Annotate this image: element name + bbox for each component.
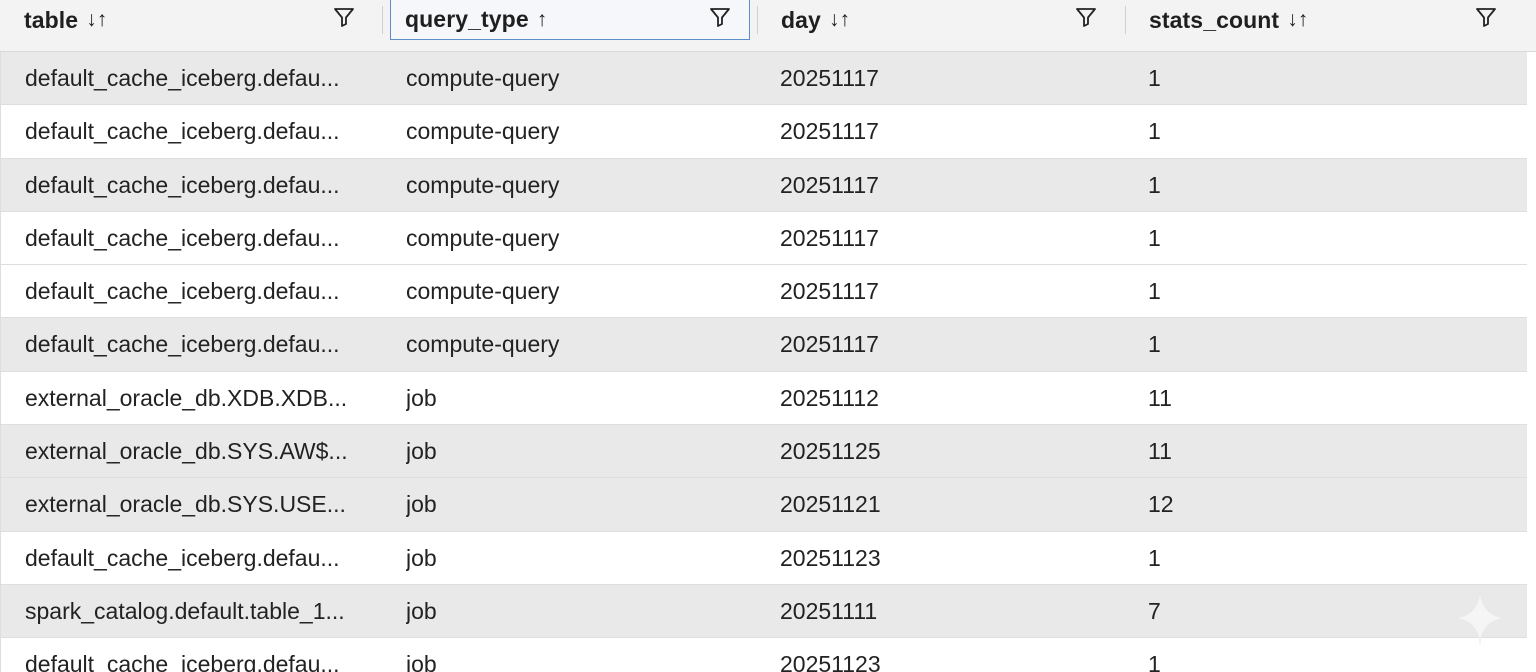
cell-day[interactable]: 20251125 (780, 425, 1120, 478)
cell-query-type[interactable]: compute-query (406, 159, 746, 212)
cell-table[interactable]: default_cache_iceberg.defau... (25, 532, 365, 585)
filter-icon[interactable] (709, 6, 731, 28)
cell-day[interactable]: 20251117 (780, 105, 1120, 158)
sort-both-icon[interactable]: ↓↑ (1287, 8, 1308, 32)
sort-ascending-icon[interactable]: ↑ (537, 8, 548, 32)
column-header-label: stats_count (1149, 6, 1280, 33)
column-resize-handle[interactable] (1125, 6, 1126, 34)
cell-table[interactable]: default_cache_iceberg.defau... (25, 638, 365, 672)
cell-stats-count[interactable]: 7 (1148, 585, 1488, 638)
column-resize-handle[interactable] (757, 6, 758, 34)
column-header-label: day (781, 6, 821, 33)
cell-query-type[interactable]: compute-query (406, 318, 746, 371)
cell-query-type[interactable]: job (406, 532, 746, 585)
cell-query-type[interactable]: compute-query (406, 265, 746, 318)
cell-stats-count[interactable]: 1 (1148, 212, 1488, 265)
cell-stats-count[interactable]: 1 (1148, 318, 1488, 371)
cell-query-type[interactable]: compute-query (406, 52, 746, 105)
sort-both-icon[interactable]: ↓↑ (86, 8, 107, 32)
filter-icon[interactable] (1475, 6, 1497, 28)
cell-query-type[interactable]: job (406, 478, 746, 531)
table-row[interactable]: default_cache_iceberg.defau... compute-qu… (0, 158, 1527, 212)
cell-day[interactable]: 20251111 (780, 585, 1120, 638)
cell-query-type[interactable]: job (406, 425, 746, 478)
column-header-content[interactable]: stats_count ↓↑ (1125, 0, 1525, 40)
cell-day[interactable]: 20251123 (780, 638, 1120, 672)
data-grid: table ↓↑ query_type ↑ day ↓↑ stats_count ↓↑ def… (0, 0, 1536, 672)
grid-header: table ↓↑ query_type ↑ day ↓↑ stats_count ↓↑ (0, 0, 1536, 52)
column-header-label: table (24, 6, 79, 33)
cell-stats-count[interactable]: 1 (1148, 638, 1488, 672)
table-row[interactable]: default_cache_iceberg.defau... job 2025112… (0, 531, 1527, 585)
cell-table[interactable]: default_cache_iceberg.defau... (25, 159, 365, 212)
cell-table[interactable]: default_cache_iceberg.defau... (25, 105, 365, 158)
table-row[interactable]: default_cache_iceberg.defau... compute-qu… (0, 318, 1527, 372)
table-row[interactable]: default_cache_iceberg.defau... compute-qu… (0, 265, 1527, 319)
cell-table[interactable]: default_cache_iceberg.defau... (25, 212, 365, 265)
column-header-content[interactable]: table ↓↑ (0, 0, 382, 40)
grid-body: default_cache_iceberg.defau... compute-qu… (0, 52, 1536, 672)
cell-stats-count[interactable]: 11 (1148, 425, 1488, 478)
cell-stats-count[interactable]: 1 (1148, 265, 1488, 318)
cell-table[interactable]: spark_catalog.default.table_1... (25, 585, 365, 638)
table-row[interactable]: default_cache_iceberg.defau... job 2025112… (0, 638, 1527, 672)
cell-day[interactable]: 20251117 (780, 159, 1120, 212)
column-header-content[interactable]: day ↓↑ (757, 0, 1117, 40)
cell-table[interactable]: external_oracle_db.XDB.XDB... (25, 372, 365, 425)
cell-day[interactable]: 20251117 (780, 52, 1120, 105)
table-row[interactable]: external_oracle_db.SYS.USE... job 20251121… (0, 478, 1527, 532)
cell-stats-count[interactable]: 1 (1148, 532, 1488, 585)
table-row[interactable]: external_oracle_db.SYS.AW$... job 20251125… (0, 425, 1527, 479)
cell-query-type[interactable]: compute-query (406, 105, 746, 158)
cell-table[interactable]: default_cache_iceberg.defau... (25, 265, 365, 318)
column-header-table[interactable]: table ↓↑ (0, 0, 382, 52)
cell-stats-count[interactable]: 11 (1148, 372, 1488, 425)
cell-query-type[interactable]: job (406, 585, 746, 638)
table-row[interactable]: spark_catalog.default.table_1... job 20251… (0, 584, 1527, 639)
table-row[interactable]: default_cache_iceberg.defau... compute-qu… (0, 211, 1527, 266)
cell-day[interactable]: 20251117 (780, 265, 1120, 318)
table-row[interactable]: default_cache_iceberg.defau... compute-qu… (0, 52, 1527, 106)
column-header-stats-count[interactable]: stats_count ↓↑ (1125, 0, 1525, 52)
table-row[interactable]: external_oracle_db.XDB.XDB... job 20251112… (0, 371, 1527, 426)
cell-query-type[interactable]: job (406, 372, 746, 425)
cell-day[interactable]: 20251117 (780, 212, 1120, 265)
cell-stats-count[interactable]: 1 (1148, 159, 1488, 212)
table-row[interactable]: default_cache_iceberg.defau... compute-qu… (0, 105, 1527, 159)
column-resize-handle[interactable] (382, 6, 383, 34)
cell-query-type[interactable]: job (406, 638, 746, 672)
cell-day[interactable]: 20251121 (780, 478, 1120, 531)
column-header-day[interactable]: day ↓↑ (757, 0, 1117, 52)
cell-stats-count[interactable]: 1 (1148, 105, 1488, 158)
column-header-content[interactable]: query_type ↑ (390, 0, 750, 40)
cell-table[interactable]: default_cache_iceberg.defau... (25, 318, 365, 371)
sort-both-icon[interactable]: ↓↑ (829, 8, 850, 32)
sparkle-icon (1453, 591, 1507, 645)
cell-day[interactable]: 20251123 (780, 532, 1120, 585)
cell-day[interactable]: 20251112 (780, 372, 1120, 425)
cell-stats-count[interactable]: 1 (1148, 52, 1488, 105)
cell-table[interactable]: external_oracle_db.SYS.AW$... (25, 425, 365, 478)
cell-table[interactable]: default_cache_iceberg.defau... (25, 52, 365, 105)
filter-icon[interactable] (333, 6, 355, 28)
filter-icon[interactable] (1075, 6, 1097, 28)
cell-query-type[interactable]: compute-query (406, 212, 746, 265)
cell-table[interactable]: external_oracle_db.SYS.USE... (25, 478, 365, 531)
cell-stats-count[interactable]: 12 (1148, 478, 1488, 531)
cell-day[interactable]: 20251117 (780, 318, 1120, 371)
column-header-query-type[interactable]: query_type ↑ (390, 0, 750, 52)
column-header-label: query_type (405, 6, 529, 32)
